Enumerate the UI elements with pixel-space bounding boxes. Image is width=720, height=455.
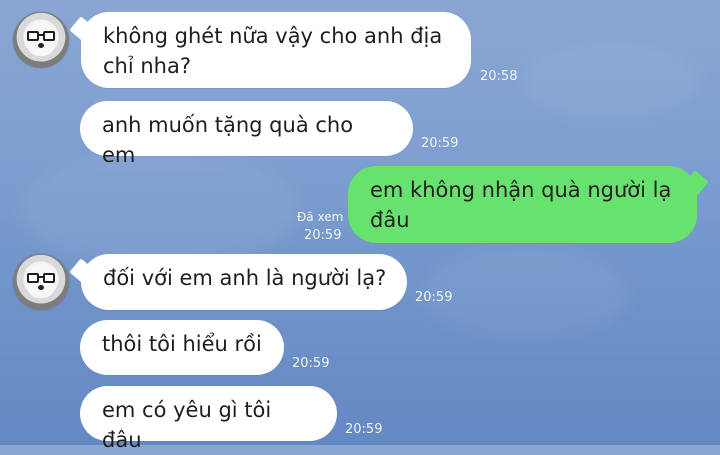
avatar-glasses-bridge (37, 276, 43, 278)
received-message-bubble[interactable]: thôi tôi hiểu rồi (80, 320, 284, 375)
avatar-right-eye (43, 273, 55, 283)
avatar-nose (38, 285, 44, 290)
received-message-bubble[interactable]: anh muốn tặng quà cho em (80, 101, 413, 167)
avatar-left-eye (27, 273, 39, 283)
seen-status: Đã xem (297, 210, 344, 224)
message-time: 20:59 (421, 136, 459, 151)
avatar-glasses-bridge (37, 34, 43, 36)
avatar-right-eye (43, 31, 55, 41)
received-message-bubble[interactable]: đối với em anh là người lạ? (81, 254, 407, 310)
message-time: 20:59 (292, 356, 330, 371)
background-cloud (520, 40, 700, 120)
avatar-left-eye (27, 31, 39, 41)
message-time: 20:59 (304, 228, 342, 243)
message-time: 20:59 (415, 290, 453, 305)
message-time: 20:59 (345, 422, 383, 437)
background-cloud (20, 150, 300, 270)
received-message-bubble[interactable]: không ghét nữa vậy cho anh địa chỉ nha? (81, 12, 471, 88)
avatar-nose (38, 43, 44, 48)
sent-message-bubble[interactable]: em không nhận quà người lạ đâu (348, 166, 697, 243)
contact-avatar[interactable] (13, 254, 69, 310)
message-time: 20:58 (480, 69, 518, 84)
received-message-bubble[interactable]: em có yêu gì tôi đâu (80, 386, 337, 452)
contact-avatar[interactable] (13, 12, 69, 68)
